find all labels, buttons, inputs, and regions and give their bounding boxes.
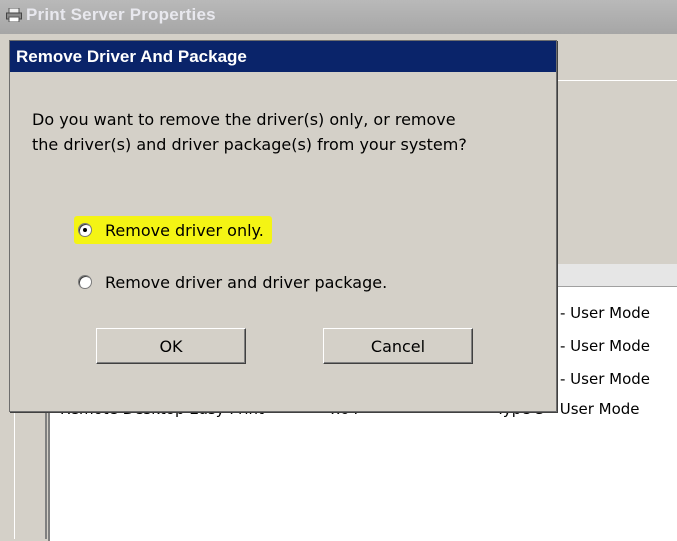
bg-window-title: Print Server Properties [26,5,216,24]
list-item[interactable]: - User Mode [560,370,650,392]
radio-label-driver-only: Remove driver only. [105,220,264,240]
list-item-type: - User Mode [560,370,651,388]
question-line-2: the driver(s) and driver package(s) from… [32,135,467,154]
remove-driver-dialog: Remove Driver And Package Do you want to… [9,40,557,412]
printer-icon [6,8,22,22]
list-item[interactable]: - User Mode [560,304,650,326]
radio-remove-driver-and-package[interactable]: Remove driver and driver package. [78,270,387,294]
ok-button[interactable]: OK [96,328,246,364]
cancel-button[interactable]: Cancel [323,328,473,364]
list-item-type: - User Mode [560,304,651,322]
list-item-type: - User Mode [560,337,651,355]
question-line-1: Do you want to remove the driver(s) only… [32,110,456,129]
dialog-title: Remove Driver And Package [16,47,247,66]
bg-group-area [555,80,677,263]
radio-button-selected[interactable] [78,223,92,237]
list-item[interactable]: - User Mode [560,337,650,359]
bg-window-titlebar: Print Server Properties [0,0,677,34]
radio-label-driver-and-package: Remove driver and driver package. [105,272,388,292]
radio-remove-driver-only[interactable]: Remove driver only. [74,216,272,244]
radio-button-unselected[interactable] [78,275,92,289]
dialog-titlebar[interactable]: Remove Driver And Package [10,41,556,72]
dialog-question: Do you want to remove the driver(s) only… [32,107,542,157]
bg-tab-strip [555,34,677,81]
